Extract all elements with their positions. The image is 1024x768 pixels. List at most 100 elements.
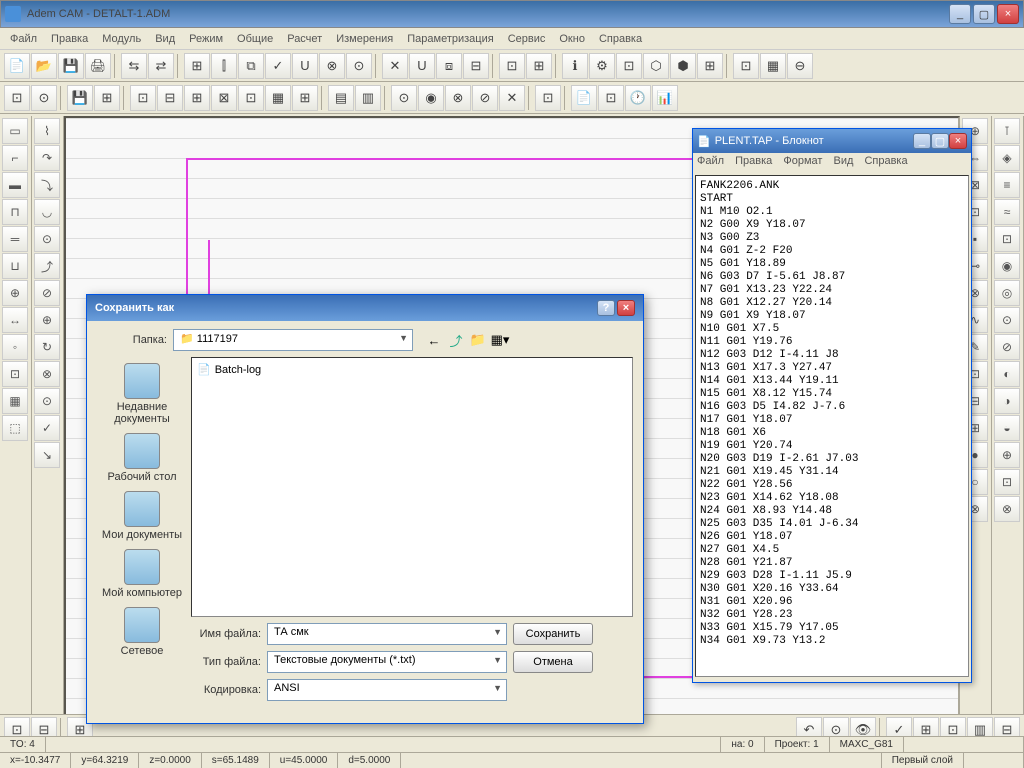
place-recent[interactable]: Недавние документы (99, 363, 185, 425)
print-icon[interactable]: 🖨 (85, 53, 111, 79)
maximize-button[interactable]: ▢ (973, 4, 995, 24)
up-icon[interactable]: ⤴ (447, 331, 465, 349)
tool-icon[interactable]: ⊓ (2, 199, 28, 225)
tool-icon[interactable]: ℹ (562, 53, 588, 79)
np-menu-file[interactable]: Файл (697, 155, 724, 167)
tool-icon[interactable]: ▬ (2, 172, 28, 198)
new-icon[interactable]: 📄 (4, 53, 30, 79)
menu-help[interactable]: Справка (593, 31, 648, 47)
tool-icon[interactable]: ⊡ (4, 85, 30, 111)
menu-window[interactable]: Окно (553, 31, 591, 47)
tool-icon[interactable]: ⊗ (445, 85, 471, 111)
tool-icon[interactable]: ↻ (34, 334, 60, 360)
back-icon[interactable]: ← (425, 331, 443, 349)
tool-icon[interactable]: ⊙ (994, 307, 1020, 333)
tool-icon[interactable]: ◎ (994, 280, 1020, 306)
tool-icon[interactable]: ↘ (34, 442, 60, 468)
tool-icon[interactable]: ◐ (994, 361, 1020, 387)
menu-edit[interactable]: Правка (45, 31, 94, 47)
tool-icon[interactable]: ⬢ (670, 53, 696, 79)
folder-combo[interactable]: 📁 1117197 (173, 329, 413, 351)
close-button[interactable]: × (997, 4, 1019, 24)
tool-icon[interactable]: U (409, 53, 435, 79)
open-icon[interactable]: 📂 (31, 53, 57, 79)
menu-file[interactable]: Файл (4, 31, 43, 47)
tool-icon[interactable]: ═ (2, 226, 28, 252)
filetype-combo[interactable]: Текстовые документы (*.txt) (267, 651, 507, 673)
tool-icon[interactable]: ⊞ (526, 53, 552, 79)
tool-icon[interactable]: ⊡ (535, 85, 561, 111)
tool-icon[interactable]: ▥ (355, 85, 381, 111)
tool-icon[interactable]: ⊗ (319, 53, 345, 79)
minimize-button[interactable]: _ (949, 4, 971, 24)
tool-icon[interactable]: ⬡ (643, 53, 669, 79)
tool-icon[interactable]: ⊞ (94, 85, 120, 111)
tool-icon[interactable]: ⫿ (211, 53, 237, 79)
tool-icon[interactable]: ◡ (34, 199, 60, 225)
tool-icon[interactable]: ⚙ (589, 53, 615, 79)
tool-icon[interactable]: ✕ (382, 53, 408, 79)
tool-icon[interactable]: U (292, 53, 318, 79)
tool-icon[interactable]: ◉ (994, 253, 1020, 279)
save-close-button[interactable]: × (617, 300, 635, 316)
tool-icon[interactable]: ◦ (2, 334, 28, 360)
list-item[interactable]: 📄 Batch-log (196, 362, 628, 377)
menu-module[interactable]: Модуль (96, 31, 147, 47)
tool-icon[interactable]: ⇄ (148, 53, 174, 79)
tool-icon[interactable]: ⊡ (994, 226, 1020, 252)
tool-icon[interactable]: ⊗ (34, 361, 60, 387)
help-button[interactable]: ? (597, 300, 615, 316)
tool-icon[interactable]: ⊞ (184, 53, 210, 79)
tool-icon[interactable]: ⊙ (34, 388, 60, 414)
notepad-titlebar[interactable]: 📄 PLENT.TAP - Блокнот _ ▢ × (693, 129, 971, 153)
tool-icon[interactable]: ↔ (2, 307, 28, 333)
tool-icon[interactable]: ⤴ (34, 253, 60, 279)
tool-icon[interactable]: ⊞ (292, 85, 318, 111)
notepad-min-button[interactable]: _ (913, 133, 931, 149)
tool-icon[interactable]: ▦ (760, 53, 786, 79)
tool-icon[interactable]: ⊔ (2, 253, 28, 279)
tool-icon[interactable]: ⊺ (994, 118, 1020, 144)
tool-icon[interactable]: ◈ (994, 145, 1020, 171)
filename-input[interactable]: ТА смк (267, 623, 507, 645)
newfolder-icon[interactable]: 📁 (469, 331, 487, 349)
tool-icon[interactable]: ⇆ (121, 53, 147, 79)
tool-icon[interactable]: ⊕ (34, 307, 60, 333)
tool-icon[interactable]: ⊘ (994, 334, 1020, 360)
tool-icon[interactable]: 📄 (571, 85, 597, 111)
tool-icon[interactable]: ⊡ (616, 53, 642, 79)
file-listbox[interactable]: 📄 Batch-log (191, 357, 633, 617)
tool-icon[interactable]: ⊗ (994, 496, 1020, 522)
viewmode-icon[interactable]: ▦▾ (491, 331, 509, 349)
menu-param[interactable]: Параметризация (401, 31, 499, 47)
save-dialog-titlebar[interactable]: Сохранить как ? × (87, 295, 643, 321)
np-menu-format[interactable]: Формат (783, 155, 822, 167)
tool-icon[interactable]: 📊 (652, 85, 678, 111)
tool-icon[interactable]: ⊟ (463, 53, 489, 79)
tool-icon[interactable]: ⊙ (34, 226, 60, 252)
np-menu-help[interactable]: Справка (864, 155, 907, 167)
encoding-combo[interactable]: ANSI (267, 679, 507, 701)
tool-icon[interactable]: ⊙ (391, 85, 417, 111)
tool-icon[interactable]: ⤵ (34, 172, 60, 198)
tool-icon[interactable]: ⊡ (733, 53, 759, 79)
tool-icon[interactable]: ✓ (265, 53, 291, 79)
np-menu-view[interactable]: Вид (833, 155, 853, 167)
tool-icon[interactable]: ⊡ (598, 85, 624, 111)
tool-icon[interactable]: ⊡ (238, 85, 264, 111)
tool-icon[interactable]: ▦ (265, 85, 291, 111)
tool-icon[interactable]: ⊡ (499, 53, 525, 79)
place-desktop[interactable]: Рабочий стол (107, 433, 176, 483)
tool-icon[interactable]: ⧈ (436, 53, 462, 79)
tool-icon[interactable]: ≈ (994, 199, 1020, 225)
tool-icon[interactable]: ⊞ (697, 53, 723, 79)
save-button[interactable]: Сохранить (513, 623, 593, 645)
tool-icon[interactable]: ⊞ (184, 85, 210, 111)
notepad-max-button[interactable]: ▢ (931, 133, 949, 149)
tool-icon[interactable]: ⧉ (238, 53, 264, 79)
tool-icon[interactable]: ▤ (328, 85, 354, 111)
tool-icon[interactable]: ⌇ (34, 118, 60, 144)
tool-icon[interactable]: ⊠ (211, 85, 237, 111)
tool-icon[interactable]: ⊖ (787, 53, 813, 79)
tool-icon[interactable]: ⊙ (31, 85, 57, 111)
